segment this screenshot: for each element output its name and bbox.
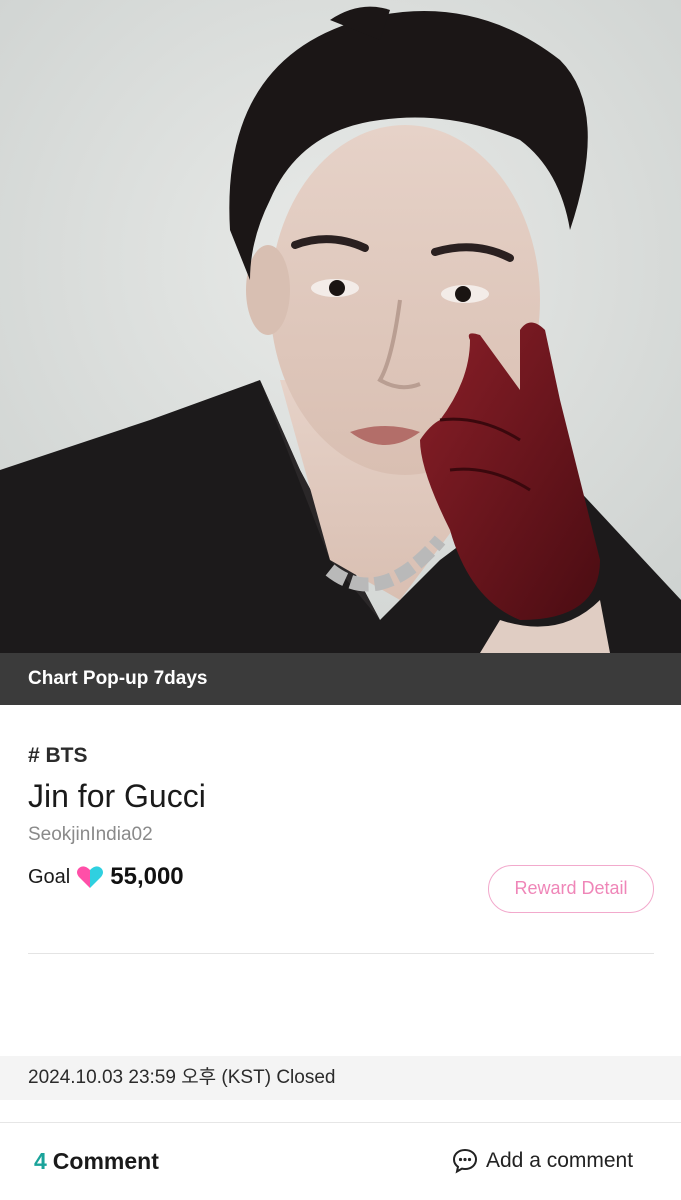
project-author[interactable]: SeokjinIndia02 [28, 824, 153, 846]
project-cover-image [0, 0, 681, 653]
chat-bubble-icon [452, 1148, 478, 1174]
project-title: Jin for Gucci [28, 778, 206, 814]
comments-divider [0, 1122, 681, 1123]
goal-value: 55,000 [110, 863, 184, 890]
comment-count: 4 Comment [34, 1148, 159, 1175]
goal-label: Goal [28, 865, 71, 888]
reward-detail-button[interactable]: Reward Detail [488, 865, 654, 913]
goal-row: Goal 55,000 [28, 863, 184, 891]
chart-popup-banner: Chart Pop-up 7days [0, 653, 681, 705]
add-comment-label: Add a comment [486, 1149, 634, 1172]
project-page: Chart Pop-up 7days # BTS Jin for Gucci S… [0, 0, 681, 1200]
section-divider [28, 953, 654, 954]
comment-count-number: 4 [34, 1148, 47, 1174]
heart-icon [77, 866, 104, 888]
artist-tag[interactable]: # BTS [28, 744, 88, 768]
add-comment-button[interactable]: Add a comment [452, 1148, 633, 1174]
closed-status: 2024.10.03 23:59 오후 (KST) Closed [0, 1056, 681, 1100]
comment-count-label: Comment [52, 1148, 159, 1174]
